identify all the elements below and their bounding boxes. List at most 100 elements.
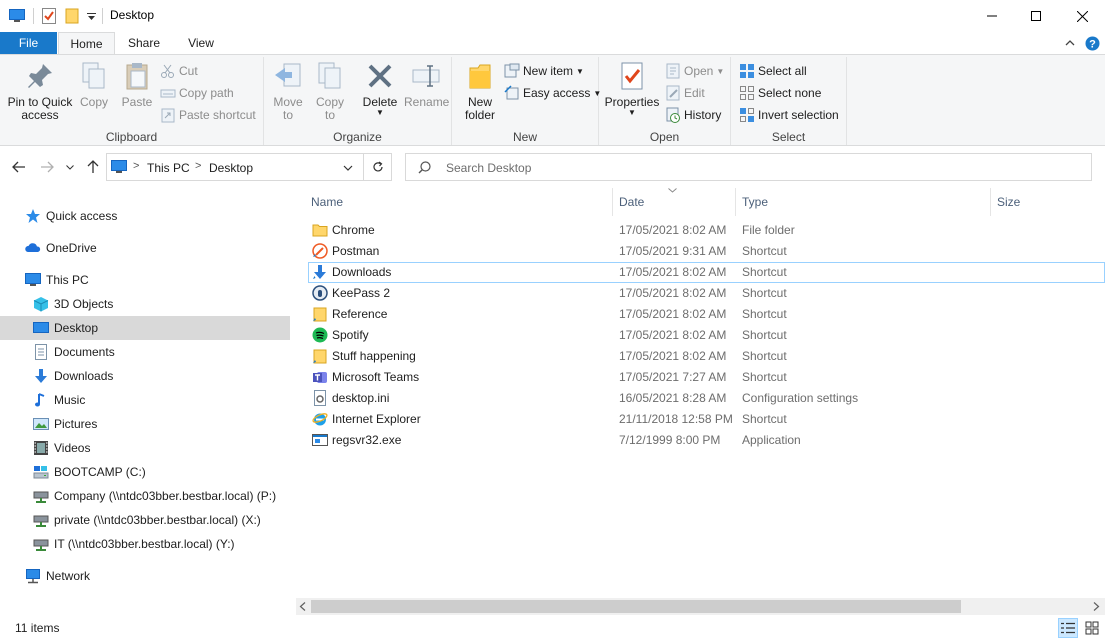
up-arrow-icon[interactable] (84, 158, 102, 176)
nav-item-desktop[interactable]: Desktop (0, 316, 290, 340)
nav-label: IT (\\ntdc03bber.bestbar.local) (Y:) (54, 537, 235, 551)
clipboard-group: Pin to Quick access Copy Paste Cut Copy … (0, 57, 264, 145)
customize-quick-access-icon[interactable] (84, 7, 98, 25)
properties-button[interactable]: Properties ▼ (603, 60, 661, 117)
recent-locations-chevron-icon[interactable] (64, 158, 76, 176)
file-row[interactable]: Chrome 17/05/2021 8:02 AM File folder (308, 220, 1105, 241)
nav-item-music[interactable]: Music (0, 388, 290, 412)
back-arrow-icon[interactable] (10, 158, 28, 176)
scroll-right-icon[interactable] (1093, 602, 1100, 611)
file-row[interactable]: Reference 17/05/2021 8:02 AM Shortcut (308, 304, 1105, 325)
invert-selection-button[interactable]: Invert selection (739, 105, 839, 125)
open-button[interactable]: Open ▼ (665, 61, 724, 81)
pin-to-quick-access-button[interactable]: Pin to Quick access (4, 60, 76, 122)
horizontal-scrollbar[interactable] (296, 598, 1105, 615)
file-row[interactable]: desktop.ini 16/05/2021 8:28 AM Configura… (308, 388, 1105, 409)
edit-button[interactable]: Edit (665, 83, 705, 103)
column-header-name[interactable]: Name (296, 188, 613, 216)
nav-label: private (\\ntdc03bber.bestbar.local) (X:… (54, 513, 261, 527)
move-to-label-line2: to (282, 108, 293, 122)
app-computer-icon[interactable] (8, 7, 26, 25)
new-folder-icon (469, 64, 491, 89)
copy-to-button[interactable]: Copy to (312, 60, 348, 122)
search-box[interactable]: Search Desktop (405, 153, 1092, 181)
nav-item-this-pc[interactable]: This PC (0, 268, 290, 292)
nav-item-it-drive[interactable]: IT (\\ntdc03bber.bestbar.local) (Y:) (0, 532, 290, 556)
file-row[interactable]: Stuff happening 17/05/2021 8:02 AM Short… (308, 346, 1105, 367)
new-folder-button[interactable]: New folder (460, 60, 500, 122)
easy-access-button[interactable]: Easy access ▼ (504, 83, 601, 103)
nav-item-private-drive[interactable]: private (\\ntdc03bber.bestbar.local) (X:… (0, 508, 290, 532)
column-header-type[interactable]: Type (736, 188, 991, 216)
nav-item-videos[interactable]: Videos (0, 436, 290, 460)
nav-item-3d-objects[interactable]: 3D Objects (0, 292, 290, 316)
nav-item-pictures[interactable]: Pictures (0, 412, 290, 436)
star-icon (26, 209, 40, 223)
collapse-ribbon-icon[interactable] (1062, 35, 1078, 51)
nav-item-documents[interactable]: Documents (0, 340, 290, 364)
tab-view[interactable]: View (175, 32, 227, 54)
minimize-button[interactable] (969, 0, 1015, 32)
history-button[interactable]: History (665, 105, 721, 125)
tab-home[interactable]: Home (58, 32, 115, 55)
breadcrumb-desktop[interactable]: Desktop (209, 161, 253, 175)
nav-item-company-drive[interactable]: Company (\\ntdc03bber.bestbar.local) (P:… (0, 484, 290, 508)
paste-shortcut-button[interactable]: Paste shortcut (160, 105, 256, 125)
scroll-left-icon[interactable] (299, 602, 306, 611)
column-header-size[interactable]: Size (991, 188, 1105, 216)
breadcrumb-separator-icon[interactable]: > (133, 160, 139, 172)
column-header-date[interactable]: Date (613, 188, 736, 216)
delete-button[interactable]: Delete ▼ (360, 60, 400, 117)
nav-label: OneDrive (46, 241, 97, 255)
forward-arrow-icon[interactable] (38, 158, 56, 176)
tab-share[interactable]: Share (118, 32, 170, 54)
invert-selection-label: Invert selection (758, 108, 839, 122)
nav-item-downloads[interactable]: Downloads (0, 364, 290, 388)
file-row[interactable]: Postman 17/05/2021 9:31 AM Shortcut (308, 241, 1105, 262)
nav-item-bootcamp-drive[interactable]: BOOTCAMP (C:) (0, 460, 290, 484)
details-view-button[interactable] (1058, 618, 1078, 638)
select-none-button[interactable]: Select none (739, 83, 821, 103)
scissors-icon (161, 64, 174, 78)
rename-button[interactable]: Rename (404, 60, 449, 109)
move-to-button[interactable]: Move to (270, 60, 306, 122)
delete-dropdown-arrow[interactable]: ▼ (360, 109, 400, 117)
file-row[interactable]: Spotify 17/05/2021 8:02 AM Shortcut (308, 325, 1105, 346)
new-folder-quick-icon[interactable] (63, 7, 81, 25)
file-row[interactable]: regsvr32.exe 7/12/1999 8:00 PM Applicati… (308, 430, 1105, 451)
copy-path-label: Copy path (179, 86, 234, 100)
nav-item-quick-access[interactable]: Quick access (0, 204, 290, 228)
file-row[interactable]: Downloads 17/05/2021 8:02 AM Shortcut (308, 262, 1105, 283)
breadcrumb-this-pc[interactable]: This PC (147, 161, 190, 175)
paste-button[interactable]: Paste (117, 60, 157, 109)
file-row[interactable]: Microsoft Teams 17/05/2021 7:27 AM Short… (308, 367, 1105, 388)
scrollbar-thumb[interactable] (311, 600, 961, 613)
new-item-button[interactable]: New item ▼ (504, 61, 584, 81)
settings-file-icon (314, 390, 326, 406)
file-date: 17/05/2021 9:31 AM (619, 244, 727, 258)
nav-item-onedrive[interactable]: OneDrive (0, 236, 290, 260)
breadcrumb-separator-icon[interactable]: > (195, 160, 201, 172)
copy-icon (82, 62, 105, 89)
tab-file[interactable]: File (0, 32, 57, 54)
help-icon[interactable]: ? (1084, 35, 1100, 51)
nav-item-network[interactable]: Network (0, 564, 290, 588)
refresh-button[interactable] (364, 153, 392, 181)
large-icons-view-button[interactable] (1082, 618, 1102, 638)
history-icon (666, 107, 680, 123)
window-title: Desktop (110, 8, 155, 22)
address-bar[interactable]: > This PC > Desktop (106, 153, 364, 181)
maximize-button[interactable] (1013, 0, 1059, 32)
copy-button[interactable]: Copy (76, 60, 112, 109)
address-dropdown-icon[interactable] (343, 165, 353, 171)
cut-button[interactable]: Cut (160, 61, 198, 81)
properties-quick-icon[interactable] (40, 7, 58, 25)
copy-path-button[interactable]: Copy path (160, 83, 234, 103)
nav-label: Network (46, 569, 91, 583)
select-all-button[interactable]: Select all (739, 61, 807, 81)
nav-label: BOOTCAMP (C:) (54, 465, 146, 479)
file-row[interactable]: Internet Explorer 21/11/2018 12:58 PM Sh… (308, 409, 1105, 430)
close-button[interactable] (1059, 0, 1105, 32)
file-row[interactable]: KeePass 2 17/05/2021 8:02 AM Shortcut (308, 283, 1105, 304)
properties-dropdown-arrow[interactable]: ▼ (603, 109, 661, 117)
